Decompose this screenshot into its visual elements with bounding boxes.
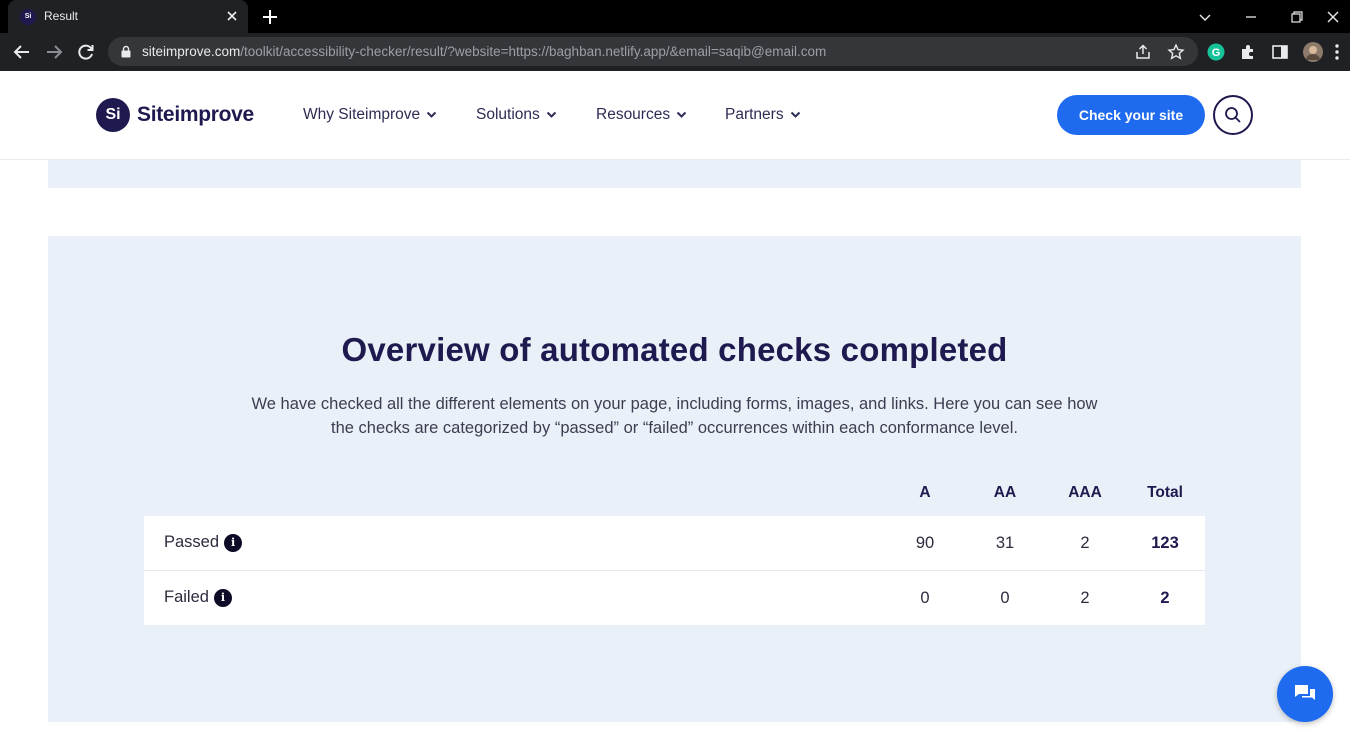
chat-button[interactable] (1277, 666, 1333, 722)
info-icon[interactable]: i (224, 533, 243, 552)
column-header-a: A (919, 484, 931, 501)
chevron-down-icon (676, 111, 687, 118)
table-row-passed: Passed i 90 31 2 123 (144, 516, 1205, 570)
address-bar[interactable]: siteimprove.com/toolkit/accessibility-ch… (108, 37, 1198, 66)
column-header-total: Total (1147, 484, 1183, 501)
tab-title: Result (44, 9, 79, 23)
column-header-aaa: AAA (1068, 484, 1102, 501)
previous-section-panel (48, 160, 1301, 188)
tab-favicon: Si (20, 9, 36, 25)
chevron-down-icon (426, 111, 437, 118)
cell-passed-aa: 31 (995, 534, 1015, 552)
nav-why-siteimprove[interactable]: Why Siteimprove (303, 106, 437, 124)
table-row-failed: Failed i 0 0 2 2 (144, 570, 1205, 624)
row-label-text: Passed (164, 533, 220, 551)
nav-label: Partners (725, 106, 784, 123)
logo-text: Siteimprove (137, 103, 254, 126)
site-header: Si Siteimprove Why Siteimprove Solutions… (0, 71, 1350, 160)
cell-passed-aaa: 2 (1080, 534, 1090, 552)
siteimprove-logo[interactable]: Si Siteimprove (96, 98, 254, 132)
cell-failed-aaa: 2 (1080, 589, 1090, 607)
chat-icon (1295, 685, 1315, 700)
cell-passed-a: 90 (915, 534, 935, 552)
grammarly-icon[interactable]: G (1207, 43, 1225, 61)
row-label-text: Failed (164, 588, 209, 606)
chevron-down-icon (546, 111, 556, 118)
row-label-passed: Passed i (164, 533, 243, 552)
share-icon[interactable] (1134, 43, 1152, 61)
tab-close-icon[interactable] (224, 8, 240, 24)
checks-table: Passed i 90 31 2 123 Failed i 0 0 2 2 (144, 516, 1205, 625)
row-label-failed: Failed i (164, 588, 232, 607)
search-button[interactable] (1213, 95, 1253, 135)
restore-icon[interactable] (1274, 0, 1320, 33)
forward-icon[interactable] (44, 42, 64, 62)
nav-label: Why Siteimprove (303, 106, 421, 123)
cell-failed-total: 2 (1160, 589, 1170, 607)
side-panel-icon[interactable] (1271, 43, 1289, 61)
profile-avatar-icon[interactable] (1303, 42, 1323, 62)
extensions-puzzle-icon[interactable] (1239, 43, 1257, 61)
page-scrollbar[interactable] (1339, 160, 1350, 738)
back-icon[interactable] (12, 42, 32, 62)
browser-tab-bar: Si Result (0, 0, 1350, 33)
overview-panel: Overview of automated checks completed W… (48, 236, 1301, 722)
url-text: siteimprove.com/toolkit/accessibility-ch… (142, 44, 827, 59)
tab-search-chevron-icon[interactable] (1182, 0, 1228, 33)
info-icon[interactable]: i (213, 588, 232, 607)
check-your-site-button[interactable]: Check your site (1057, 95, 1205, 135)
new-tab-icon[interactable] (260, 7, 280, 27)
nav-solutions[interactable]: Solutions (476, 106, 557, 124)
overview-title: Overview of automated checks completed (341, 331, 1008, 368)
nav-resources[interactable]: Resources (596, 106, 687, 124)
bookmark-star-icon[interactable] (1167, 43, 1185, 61)
minimize-icon[interactable] (1228, 0, 1274, 33)
nav-partners[interactable]: Partners (725, 106, 801, 124)
cell-failed-aa: 0 (1000, 589, 1010, 607)
svg-text:G: G (1212, 47, 1221, 59)
browser-tab[interactable]: Si Result (8, 0, 248, 33)
chevron-down-icon (790, 111, 800, 118)
cell-passed-total: 123 (1151, 534, 1179, 552)
browser-menu-icon[interactable] (1334, 43, 1340, 61)
reload-icon[interactable] (76, 42, 96, 62)
close-window-icon[interactable] (1320, 0, 1350, 33)
nav-label: Resources (596, 106, 671, 123)
overview-description: We have checked all the different elemen… (251, 395, 1098, 437)
cell-failed-a: 0 (920, 589, 930, 607)
lock-icon (120, 45, 132, 63)
column-header-aa: AA (993, 484, 1017, 501)
logo-mark: Si (96, 98, 130, 132)
nav-label: Solutions (476, 106, 540, 123)
browser-toolbar: siteimprove.com/toolkit/accessibility-ch… (0, 33, 1350, 71)
search-icon (1225, 107, 1241, 123)
